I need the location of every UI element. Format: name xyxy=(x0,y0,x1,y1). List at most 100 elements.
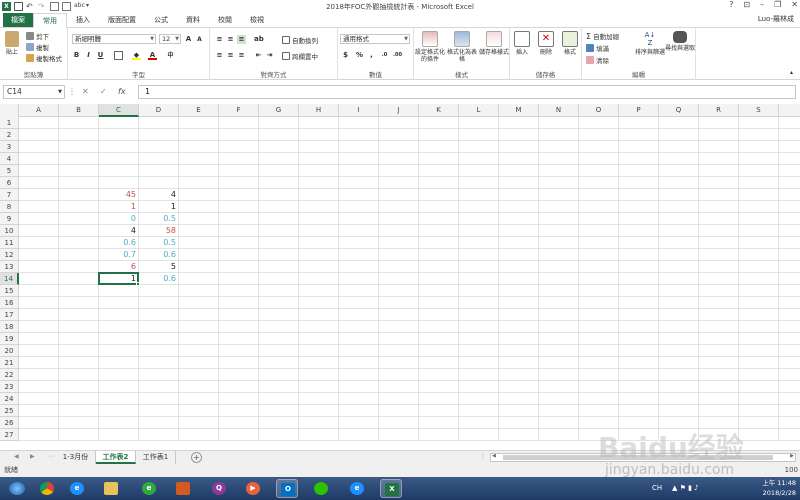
underline-button[interactable]: U xyxy=(96,51,105,60)
enter-icon[interactable]: ✓ xyxy=(100,87,107,96)
cell-d8[interactable]: 1 xyxy=(139,201,179,213)
decrease-decimal-icon[interactable]: .00 xyxy=(393,51,402,60)
cell-d12[interactable]: 0.6 xyxy=(139,249,179,261)
sheet-tab-2[interactable]: 工作表2 xyxy=(96,451,136,464)
row-header-3[interactable]: 3 xyxy=(0,141,19,153)
insert-function-icon[interactable]: fx xyxy=(118,87,126,96)
taskbar-media[interactable]: ▶ xyxy=(242,479,264,498)
zoom-level[interactable]: 100 xyxy=(785,464,798,477)
column-header-e[interactable]: E xyxy=(179,104,219,117)
column-header-c[interactable]: C xyxy=(99,104,139,117)
fill-color-button[interactable]: ◆ xyxy=(132,51,141,60)
column-header-r[interactable]: R xyxy=(699,104,739,117)
column-header-n[interactable]: N xyxy=(539,104,579,117)
cell-c9[interactable]: 0 xyxy=(99,213,139,225)
row-header-6[interactable]: 6 xyxy=(0,177,19,189)
taskbar-explorer[interactable] xyxy=(100,479,122,498)
taskbar-chrome[interactable] xyxy=(36,479,58,498)
column-header-o[interactable]: O xyxy=(579,104,619,117)
column-header-h[interactable]: H xyxy=(299,104,339,117)
align-center-icon[interactable]: ≡ xyxy=(226,51,235,60)
active-cell-outline[interactable] xyxy=(98,272,139,285)
cell-d13[interactable]: 5 xyxy=(139,261,179,273)
format-painter-button[interactable]: 複製格式 xyxy=(26,53,62,63)
restore-icon[interactable]: ❐ xyxy=(774,0,781,9)
bold-button[interactable]: B xyxy=(72,51,81,60)
font-size-select[interactable]: 12 ▼ xyxy=(159,34,181,44)
qat-customize-icon[interactable]: ▾ xyxy=(86,2,95,11)
column-header-f[interactable]: F xyxy=(219,104,259,117)
row-header-9[interactable]: 9 xyxy=(0,213,19,225)
cut-button[interactable]: 剪下 xyxy=(26,31,49,41)
row-header-27[interactable]: 27 xyxy=(0,429,19,441)
worksheet-grid[interactable]: ABCDEFGHIJKLMNOPQRS 1 2 3 4 5 6 7 8 9 10 11 12 13 14 1… xyxy=(0,104,800,450)
row-header-13[interactable]: 13 xyxy=(0,261,19,273)
tab-insert[interactable]: 插入 xyxy=(67,13,99,27)
currency-button[interactable]: $ xyxy=(341,51,350,60)
minimize-icon[interactable]: – xyxy=(760,0,764,9)
shrink-font-button[interactable]: A xyxy=(195,35,204,44)
taskbar-ie[interactable]: e xyxy=(66,479,88,498)
row-header-2[interactable]: 2 xyxy=(0,129,19,141)
font-name-select[interactable]: 新細明體 ▼ xyxy=(72,34,156,44)
column-header-g[interactable]: G xyxy=(259,104,299,117)
taskbar-app-q[interactable]: Q xyxy=(208,479,230,498)
column-header-b[interactable]: B xyxy=(59,104,99,117)
number-format-select[interactable]: 通用格式 ▼ xyxy=(340,34,410,44)
row-header-7[interactable]: 7 xyxy=(0,189,19,201)
sheet-tab-1[interactable]: 工作表1 xyxy=(136,451,176,464)
insert-cells-button[interactable]: 插入 xyxy=(510,31,534,56)
row-header-21[interactable]: 21 xyxy=(0,357,19,369)
orientation-icon[interactable]: ab xyxy=(254,35,264,44)
increase-decimal-icon[interactable]: .0 xyxy=(380,51,389,60)
tab-formulas[interactable]: 公式 xyxy=(145,13,177,27)
sheet-tab-1-3[interactable]: 1-3月份 xyxy=(56,451,96,464)
input-language[interactable]: CH xyxy=(652,484,662,492)
cell-d10[interactable]: 58 xyxy=(139,225,179,237)
scroll-left-icon[interactable]: ◀ xyxy=(492,453,496,459)
row-header-14[interactable]: 14 xyxy=(0,273,19,285)
taskbar-360[interactable]: e xyxy=(138,479,160,498)
phonetic-button[interactable]: 中 xyxy=(166,51,175,60)
format-cells-button[interactable]: 格式 xyxy=(558,31,582,56)
row-header-12[interactable]: 12 xyxy=(0,249,19,261)
percent-button[interactable]: % xyxy=(355,51,364,60)
column-header-k[interactable]: K xyxy=(419,104,459,117)
align-middle-icon[interactable]: ≡ xyxy=(226,35,235,44)
column-header-j[interactable]: J xyxy=(379,104,419,117)
taskbar-excel[interactable]: X xyxy=(380,479,402,498)
row-header-16[interactable]: 16 xyxy=(0,297,19,309)
row-header-10[interactable]: 10 xyxy=(0,225,19,237)
save-icon[interactable] xyxy=(14,1,23,11)
row-header-18[interactable]: 18 xyxy=(0,321,19,333)
row-header-20[interactable]: 20 xyxy=(0,345,19,357)
fill-button[interactable]: 填滿 xyxy=(586,43,609,53)
cell-d9[interactable]: 0.5 xyxy=(139,213,179,225)
find-select-button[interactable]: 尋找與選取 xyxy=(664,31,696,52)
copy-button[interactable]: 複製 xyxy=(26,42,49,52)
undo-icon[interactable]: ↶ xyxy=(26,2,35,11)
prev-sheet-icon[interactable]: ◀ xyxy=(14,453,19,460)
column-header-s[interactable]: S xyxy=(739,104,779,117)
row-header-5[interactable]: 5 xyxy=(0,165,19,177)
wrap-text-button[interactable]: 自動換列 xyxy=(282,35,318,45)
column-header-i[interactable]: I xyxy=(339,104,379,117)
merge-center-button[interactable]: 跨欄置中 xyxy=(282,51,318,61)
clear-button[interactable]: 清除 xyxy=(586,55,609,65)
formula-input[interactable]: 1 xyxy=(138,85,796,99)
system-clock[interactable]: 上午 11:48 2018/2/28 xyxy=(762,478,796,498)
fill-handle[interactable] xyxy=(136,282,140,286)
scroll-right-icon[interactable]: ▶ xyxy=(790,453,794,459)
row-header-19[interactable]: 19 xyxy=(0,333,19,345)
more-sheets-icon[interactable]: ⋯ xyxy=(48,453,54,460)
cell-c8[interactable]: 1 xyxy=(99,201,139,213)
tab-file[interactable]: 檔案 xyxy=(3,13,33,27)
taskbar-ie2[interactable]: e xyxy=(346,479,368,498)
row-header-22[interactable]: 22 xyxy=(0,369,19,381)
next-sheet-icon[interactable]: ▶ xyxy=(30,453,35,460)
cell-c10[interactable]: 4 xyxy=(99,225,139,237)
start-button[interactable] xyxy=(4,479,30,498)
row-header-17[interactable]: 17 xyxy=(0,309,19,321)
ribbon-display-icon[interactable]: ⊡ xyxy=(743,0,750,9)
column-header-p[interactable]: P xyxy=(619,104,659,117)
